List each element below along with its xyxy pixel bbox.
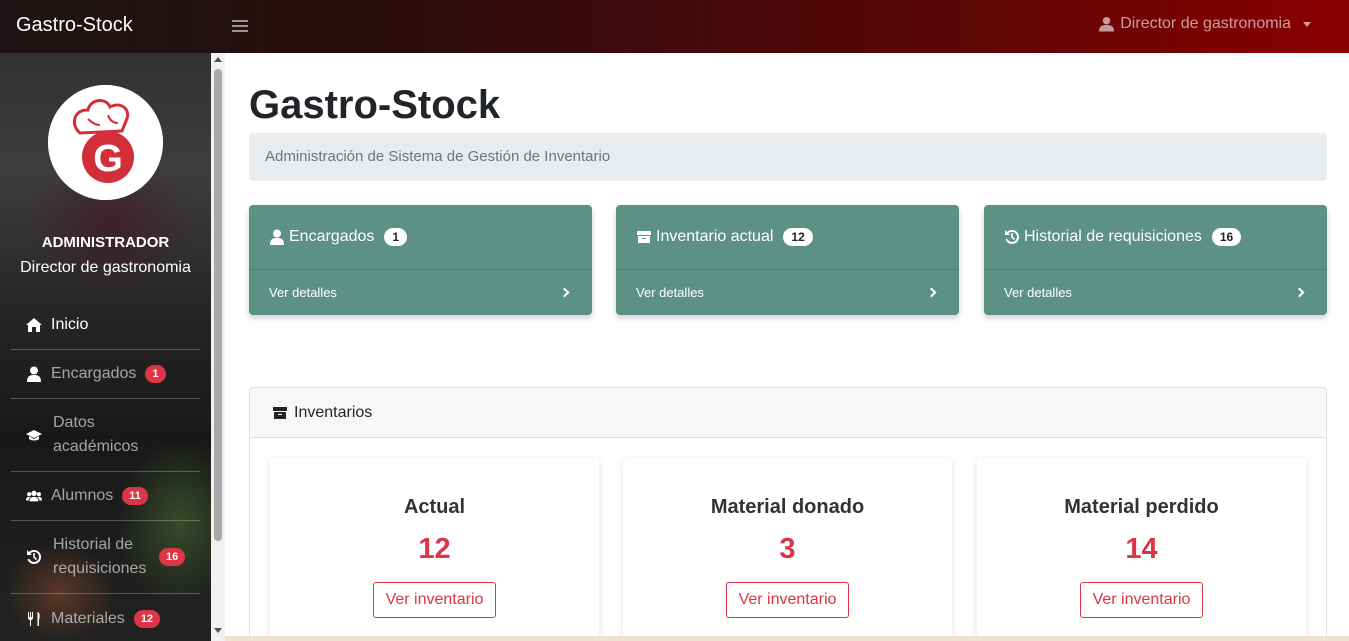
inventory-count: 14 [1125,533,1158,565]
svg-text:G: G [93,138,123,180]
chevron-right-icon [926,287,937,298]
chevron-right-icon [1294,287,1305,298]
inventory-card-actual: Actual 12 Ver inventario [270,458,599,641]
card-historial-requisiciones: Historial de requisiciones 16 Ver detall… [984,205,1327,315]
sidebar-item-label: Materiales [51,609,125,627]
ver-detalles-link[interactable]: Ver detalles [616,270,959,315]
chef-logo-icon: G [48,85,163,200]
sidebar-item-alumnos[interactable]: Alumnos 11 [11,472,200,521]
ver-inventario-button[interactable]: Ver inventario [1079,582,1204,618]
user-icon [270,229,284,245]
user-icon [25,365,43,383]
scroll-down-icon[interactable] [214,628,222,633]
link-label: Ver detalles [269,285,337,300]
page-title: Gastro-Stock [249,83,501,127]
user-dropdown[interactable]: Director de gastronomia [1099,15,1311,33]
count-badge: 11 [122,487,148,505]
history-icon [1005,229,1020,244]
inventarios-panel: Inventarios Actual 12 Ver inventario Mat… [249,387,1327,641]
panel-title: Inventarios [294,403,373,421]
caret-down-icon [1303,21,1311,27]
sidebar: G ADMINISTRADOR Director de gastronomia … [0,53,225,641]
sidebar-item-materiales[interactable]: Materiales 12 [11,594,200,641]
inventory-count: 12 [418,533,451,565]
inventory-card-donado: Material donado 3 Ver inventario [623,458,952,641]
sidebar-item-inicio[interactable]: Inicio [11,301,200,350]
sidebar-item-datos-academicos[interactable]: Datos académicos [11,399,200,472]
history-icon [25,548,43,566]
card-inventario-actual: Inventario actual 12 Ver detalles [616,205,959,315]
count-badge: 16 [1211,228,1242,246]
panel-header: Inventarios [250,388,1326,438]
app-logo: G [48,85,163,200]
card-label: Inventario actual [656,228,774,245]
sidebar-item-historial[interactable]: Historial de requisiciones 16 [11,521,200,594]
link-label: Ver detalles [1004,285,1072,300]
archive-icon [637,231,651,243]
sidebar-scrollbar[interactable] [211,53,225,641]
archive-icon [273,406,287,419]
brand-link[interactable]: Gastro-Stock [16,14,133,37]
ver-inventario-button[interactable]: Ver inventario [372,582,497,618]
role-title: ADMINISTRADOR [41,234,170,251]
inventory-title: Actual [403,496,466,518]
sidebar-item-label: Inicio [51,316,89,333]
sidebar-item-label: Alumnos [51,487,114,504]
sidebar-item-label: Datos académicos [53,414,139,455]
chevron-right-icon [559,287,570,298]
inventory-title: Material perdido [1064,496,1219,518]
card-label: Encargados [289,228,375,245]
role-subtitle: Director de gastronomia [20,259,191,276]
user-name: Director de gastronomia [1120,15,1291,32]
sidebar-item-encargados[interactable]: Encargados 1 [11,350,200,399]
ver-inventario-button[interactable]: Ver inventario [725,582,850,618]
ver-detalles-link[interactable]: Ver detalles [249,270,592,315]
user-icon [1099,16,1115,32]
count-badge: 1 [384,228,408,246]
scroll-up-icon[interactable] [214,57,222,62]
home-icon [25,316,43,334]
inventory-title: Material donado [710,496,865,518]
graduation-cap-icon [25,426,43,444]
count-badge: 12 [133,609,161,628]
users-icon [25,487,43,505]
count-badge: 16 [159,548,186,566]
ver-detalles-link[interactable]: Ver detalles [984,270,1327,315]
top-navbar: Gastro-Stock Director de gastronomia [0,0,1349,53]
card-encargados: Encargados 1 Ver detalles [249,205,592,315]
inventory-count: 3 [779,533,796,565]
sidebar-item-label: Historial de requisiciones [53,536,147,577]
count-badge: 1 [145,365,166,383]
card-label: Historial de requisiciones [1024,228,1202,245]
utensils-icon [25,610,43,628]
sidebar-nav: Inicio Encargados 1 Datos académicos Alu… [11,301,200,641]
footer-strip [225,636,1349,641]
sidebar-item-label: Encargados [51,365,137,382]
breadcrumb: Administración de Sistema de Gestión de … [249,133,1327,181]
inventory-card-perdido: Material perdido 14 Ver inventario [977,458,1306,641]
menu-toggle-icon[interactable] [232,15,248,37]
scrollbar-thumb[interactable] [214,69,222,541]
link-label: Ver detalles [636,285,704,300]
count-badge: 12 [783,228,813,246]
